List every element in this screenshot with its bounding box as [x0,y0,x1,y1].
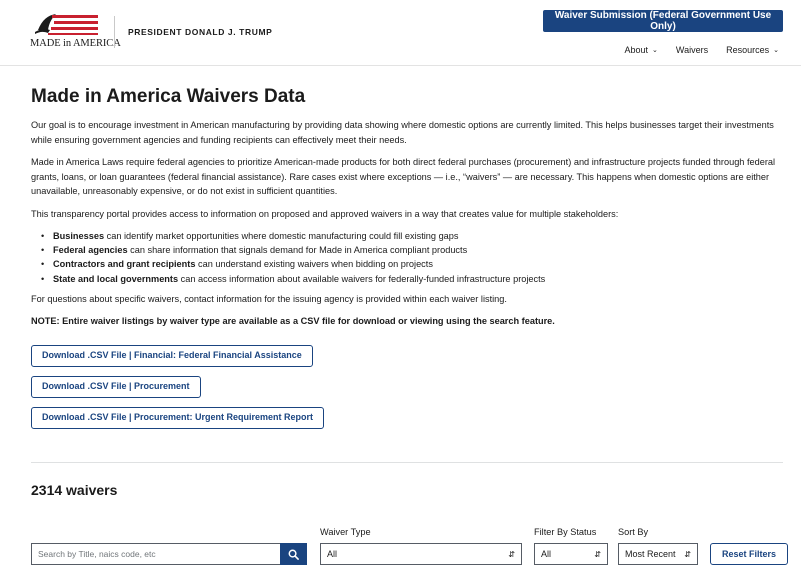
chevron-down-icon: ⌄ [652,47,658,54]
waiver-count: 2314 waivers [31,482,118,498]
csv-note: NOTE: Entire waiver listings by waiver t… [31,316,555,327]
select-arrows-icon: ⇵ [684,549,691,559]
sort-value: Most Recent [625,549,676,559]
flag-logo-icon [35,14,98,35]
waiver-submission-button[interactable]: Waiver Submission (Federal Government Us… [543,10,783,32]
nav-about-label: About [624,45,649,55]
waiver-type-label: Waiver Type [320,527,371,537]
portal-paragraph: This transparency portal provides access… [31,208,619,219]
intro-paragraph: Our goal is to encourage investment in A… [31,120,774,145]
nav-resources-label: Resources [726,45,770,55]
logo-text: MADE in AMERICA [30,38,121,49]
reset-filters-button[interactable]: Reset Filters [710,543,788,565]
nav-waivers[interactable]: Waivers [676,45,708,55]
nav-about[interactable]: About ⌄ [625,45,658,55]
chevron-down-icon: ⌄ [773,47,779,54]
list-item-text: can identify market opportunities where … [104,231,459,241]
page-title: Made in America Waivers Data [31,86,306,107]
header-divider [114,16,115,48]
list-item-bold: Federal agencies [53,245,128,256]
nav-resources[interactable]: Resources ⌄ [726,45,779,55]
select-arrows-icon: ⇵ [508,549,515,559]
search-button[interactable] [280,543,307,565]
download-financial-csv-button[interactable]: Download .CSV File | Financial: Federal … [31,344,313,367]
download-urgent-csv-button[interactable]: Download .CSV File | Procurement: Urgent… [31,406,325,429]
download-procurement-csv-button[interactable]: Download .CSV File | Procurement [31,375,201,398]
select-arrows-icon: ⇵ [594,549,601,559]
list-item: State and local governments can access i… [41,272,783,286]
laws-paragraph: Made in America Laws require federal age… [31,157,776,196]
sort-by-label: Sort By [618,527,649,537]
list-item: Businesses can identify market opportuni… [41,229,783,243]
list-item: Contractors and grant recipients can und… [41,257,783,271]
questions-paragraph: For questions about specific waivers, co… [31,293,507,304]
main-nav: About ⌄ Waivers Resources ⌄ [625,45,779,55]
sort-select[interactable]: Most Recent ⇵ [618,543,698,565]
status-select[interactable]: All ⇵ [534,543,608,565]
list-item-text: can understand existing waivers when bid… [195,259,433,270]
waiver-type-value: All [327,549,338,559]
status-value: All [541,549,552,559]
waiver-type-select[interactable]: All ⇵ [320,543,522,565]
made-in-america-logo[interactable]: MADE in AMERICA [30,12,121,52]
president-label: PRESIDENT DONALD J. TRUMP [128,27,273,37]
list-item-bold: State and local governments [53,273,179,284]
list-item-bold: Contractors and grant recipients [53,259,196,270]
list-item-text: can access information about available w… [178,273,546,284]
list-item-bold: Businesses [53,231,105,241]
search-input[interactable] [31,543,280,565]
nav-waivers-label: Waivers [675,45,709,55]
section-divider [31,462,783,463]
list-item: Federal agencies can share information t… [41,243,783,257]
search-icon [288,549,299,560]
site-header: MADE in AMERICA PRESIDENT DONALD J. TRUM… [0,0,801,66]
list-item-text: can share information that signals deman… [127,245,468,256]
main-content: Made in America Waivers Data Our goal is… [31,86,783,438]
stakeholder-list: Businesses can identify market opportuni… [41,229,783,286]
status-filter-label: Filter By Status [534,527,597,537]
